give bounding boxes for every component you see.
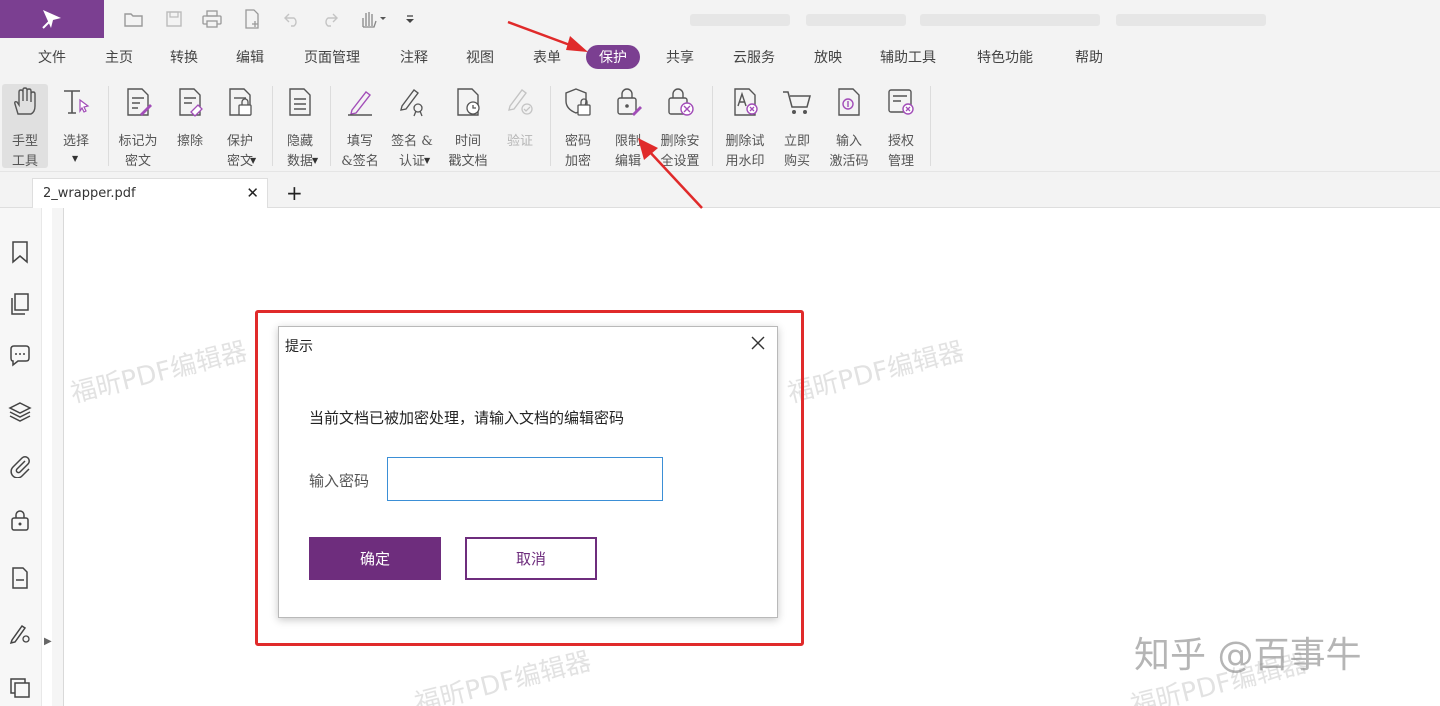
dropdown-arrow-icon: ▼ bbox=[424, 156, 431, 165]
blurred-title bbox=[690, 14, 790, 26]
menu-bar: 文件 主页 转换 编辑 页面管理 注释 视图 表单 保护 共享 云服务 放映 辅… bbox=[0, 38, 1440, 76]
password-label: 输入密码 bbox=[309, 472, 370, 490]
menu-file[interactable]: 文件 bbox=[38, 47, 66, 67]
dropdown-arrow-icon: ▼ bbox=[250, 156, 257, 165]
menu-edit[interactable]: 编辑 bbox=[236, 47, 264, 67]
attachment-icon[interactable] bbox=[8, 454, 32, 478]
undo-icon[interactable] bbox=[280, 8, 304, 30]
password-encrypt-icon bbox=[565, 88, 591, 116]
menu-page-manage[interactable]: 页面管理 bbox=[304, 47, 360, 67]
layers-icon[interactable] bbox=[8, 400, 32, 424]
document-tab[interactable]: 2_wrapper.pdf ✕ bbox=[32, 178, 268, 208]
security-icon[interactable] bbox=[8, 508, 32, 532]
tool-label: 授权 管理 bbox=[887, 134, 914, 169]
hand-dropdown-icon[interactable] bbox=[356, 8, 390, 30]
select-tool-button[interactable]: 选择 ▼ bbox=[48, 84, 104, 168]
title-bar bbox=[0, 0, 1440, 38]
mark-redaction-button[interactable]: 标记为 密文 bbox=[110, 84, 166, 169]
dropdown-arrow-icon: ▼ bbox=[312, 156, 319, 165]
remove-security-button[interactable]: 删除安 全设置 bbox=[652, 84, 708, 169]
tool-label: 选择 bbox=[62, 134, 89, 149]
save-icon[interactable] bbox=[162, 8, 186, 30]
dropdown-arrow-icon: ▼ bbox=[72, 154, 79, 163]
menu-cloud[interactable]: 云服务 bbox=[733, 47, 775, 67]
document-tab-strip: 2_wrapper.pdf ✕ bbox=[0, 172, 1440, 208]
menu-protect[interactable]: 保护 bbox=[586, 45, 640, 69]
timestamp-icon bbox=[457, 88, 480, 116]
select-text-icon bbox=[64, 90, 90, 114]
tool-label: 删除安 全设置 bbox=[660, 134, 700, 169]
remove-watermark-icon bbox=[734, 88, 758, 116]
watermark-text: 福昕PDF编辑器 bbox=[67, 336, 251, 410]
validate-button[interactable]: 验证 bbox=[492, 84, 548, 168]
menu-form[interactable]: 表单 bbox=[533, 47, 561, 67]
erase-icon bbox=[179, 88, 203, 117]
fill-sign-icon bbox=[348, 91, 372, 116]
redo-icon[interactable] bbox=[318, 8, 342, 30]
new-document-icon[interactable] bbox=[240, 8, 264, 30]
watermark-text: 福昕PDF编辑器 bbox=[784, 336, 968, 410]
timestamp-button[interactable]: 时间 戳文档 bbox=[440, 84, 496, 169]
left-sidebar bbox=[0, 208, 42, 706]
license-manage-icon bbox=[888, 89, 914, 115]
protect-redaction-icon bbox=[229, 88, 252, 116]
blurred-title bbox=[806, 14, 906, 26]
blurred-title bbox=[1116, 14, 1266, 26]
logo-icon bbox=[42, 10, 61, 29]
credit-watermark: 知乎 @百事牛 bbox=[1134, 635, 1362, 676]
app-logo[interactable] bbox=[0, 0, 104, 38]
ribbon: 手型 工具 选择 ▼ 标记为 密文 擦除 保护 密文 ▼ 隐藏 数据 ▼ 填写 … bbox=[0, 76, 1440, 172]
password-dialog: 提示 当前文档已被加密处理，请输入文档的编辑密码 输入密码 确定 取消 bbox=[278, 326, 778, 618]
sign-certify-icon bbox=[400, 89, 423, 117]
menu-features[interactable]: 特色功能 bbox=[977, 47, 1033, 67]
restrict-editing-icon bbox=[617, 88, 642, 116]
hide-data-button[interactable]: 隐藏 数据 ▼ bbox=[272, 84, 328, 169]
open-folder-icon[interactable] bbox=[122, 8, 146, 30]
menu-help[interactable]: 帮助 bbox=[1075, 47, 1103, 67]
menu-comment[interactable]: 注释 bbox=[400, 47, 428, 67]
license-manage-button[interactable]: 授权 管理 bbox=[873, 84, 929, 169]
blurred-title bbox=[920, 14, 1100, 26]
dialog-message: 当前文档已被加密处理，请输入文档的编辑密码 bbox=[309, 409, 625, 427]
close-tab-icon[interactable]: ✕ bbox=[246, 184, 259, 202]
ribbon-separator bbox=[930, 86, 931, 166]
add-tab-icon[interactable]: + bbox=[286, 181, 303, 205]
remove-security-icon bbox=[668, 88, 694, 116]
tool-label: 隐藏 数据 bbox=[286, 134, 313, 169]
menu-slideshow[interactable]: 放映 bbox=[814, 47, 842, 67]
cart-icon bbox=[783, 91, 811, 114]
sign-certify-button[interactable]: 签名 & 认证 ▼ bbox=[384, 84, 440, 169]
hide-data-icon bbox=[289, 88, 311, 116]
mark-redaction-icon bbox=[127, 88, 152, 116]
print-icon[interactable] bbox=[200, 8, 224, 30]
confirm-button[interactable]: 确定 bbox=[309, 537, 441, 580]
hand-icon bbox=[14, 87, 36, 115]
cancel-button[interactable]: 取消 bbox=[465, 537, 597, 580]
menu-accessibility[interactable]: 辅助工具 bbox=[880, 47, 936, 67]
watermark-text: 福昕PDF编辑器 bbox=[411, 646, 595, 706]
page-gutter bbox=[52, 208, 64, 706]
bookmark-icon[interactable] bbox=[8, 240, 32, 264]
content-icon[interactable] bbox=[8, 676, 32, 700]
close-icon[interactable] bbox=[749, 334, 767, 352]
tool-label: 保护 密文 bbox=[226, 134, 253, 169]
customize-toolbar-icon[interactable] bbox=[400, 8, 420, 30]
signature-icon[interactable] bbox=[8, 622, 32, 646]
validate-icon bbox=[508, 89, 533, 115]
password-input[interactable] bbox=[387, 457, 663, 501]
menu-home[interactable]: 主页 bbox=[105, 47, 133, 67]
menu-view[interactable]: 视图 bbox=[466, 47, 494, 67]
activation-code-icon bbox=[838, 88, 860, 116]
comments-icon[interactable] bbox=[8, 344, 32, 368]
dialog-title: 提示 bbox=[285, 339, 313, 355]
document-tab-title: 2_wrapper.pdf bbox=[43, 186, 136, 201]
expand-panel-icon[interactable]: ▶ bbox=[44, 636, 52, 647]
protect-redaction-button[interactable]: 保护 密文 ▼ bbox=[212, 84, 268, 169]
menu-share[interactable]: 共享 bbox=[666, 47, 694, 67]
hand-tool-button[interactable]: 手型 工具 bbox=[2, 84, 48, 169]
form-fields-icon[interactable] bbox=[8, 566, 32, 590]
menu-convert[interactable]: 转换 bbox=[170, 47, 198, 67]
pages-icon[interactable] bbox=[8, 292, 32, 316]
